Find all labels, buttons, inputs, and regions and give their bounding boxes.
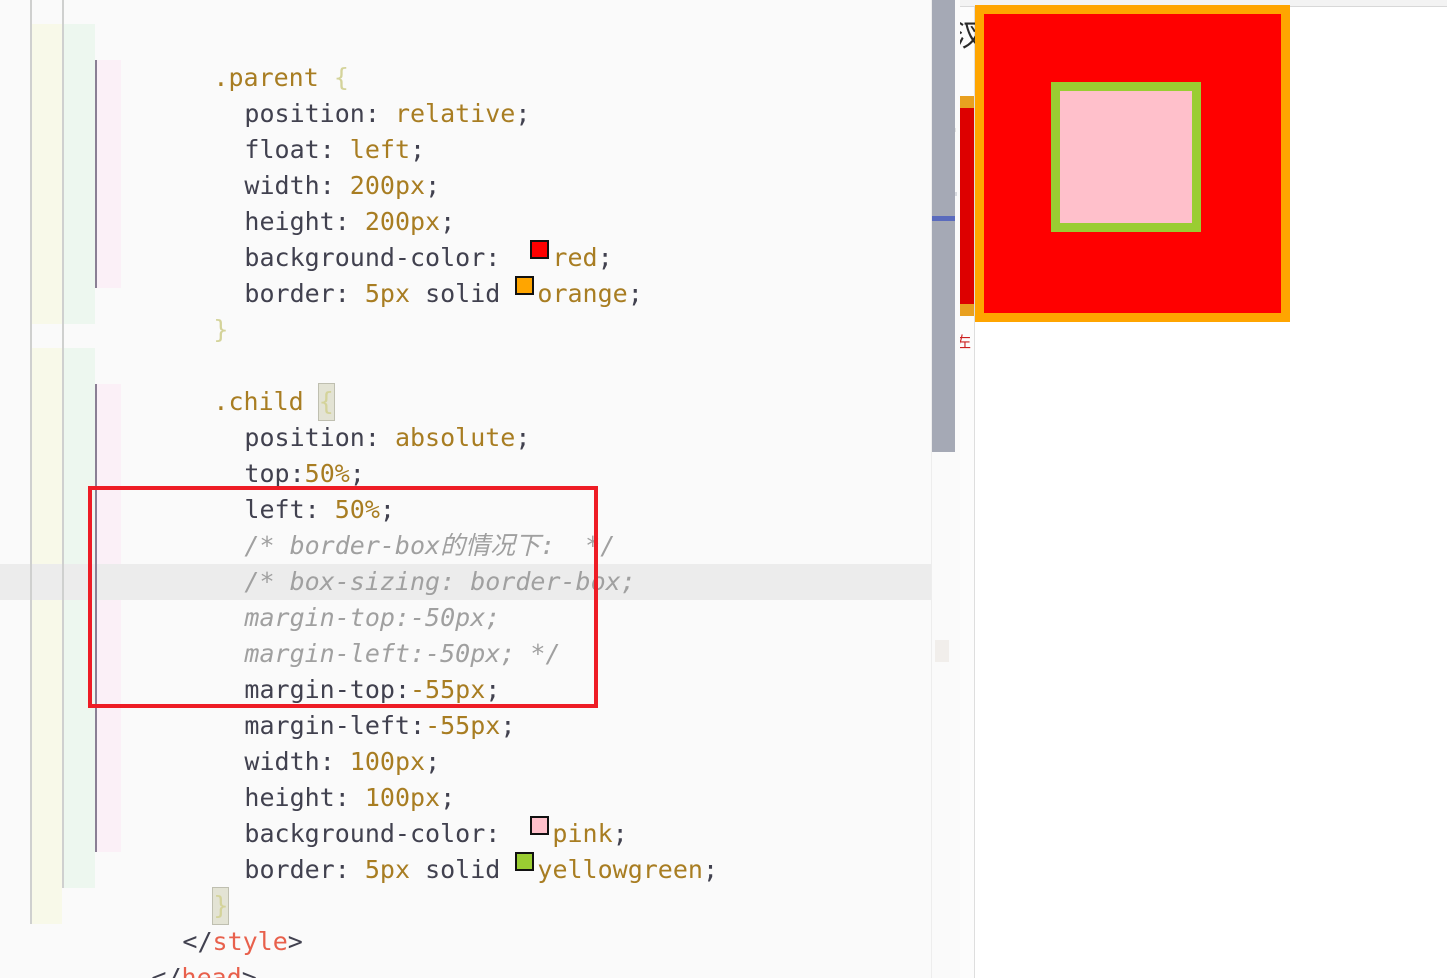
code-line-6[interactable]: background-color: red;	[0, 204, 960, 272]
code-line-3[interactable]: float: left;	[0, 96, 960, 164]
token-tag-head: head	[181, 963, 242, 978]
code-line-10[interactable]: .child {	[0, 348, 960, 421]
code-line-8[interactable]: }	[0, 276, 960, 344]
preview-child-box	[1050, 81, 1201, 232]
token-angle-open-slash: </	[151, 963, 182, 978]
code-line-19[interactable]: margin-left:-55px;	[0, 672, 960, 740]
occluded-red-sliver	[960, 108, 974, 304]
code-line-13[interactable]: left: 50%;	[0, 456, 960, 524]
code-line-1[interactable]: .parent {	[0, 24, 960, 92]
code-line-15[interactable]: /* box-sizing: border-box;	[0, 528, 960, 596]
code-line-22[interactable]: background-color: pink;	[0, 780, 960, 848]
code-line-23[interactable]: border: 5px solid yellowgreen;	[0, 816, 960, 884]
preview-parent-box	[975, 5, 1290, 322]
code-line-17[interactable]: margin-left:-50px; */	[0, 600, 960, 668]
scrollbar-position-marker	[932, 216, 955, 221]
code-line-24[interactable]: }	[0, 852, 960, 925]
app-root: .parent { position: relative; float: lef…	[0, 0, 1447, 978]
token-brace-close-parent: }	[213, 315, 229, 344]
code-line-26[interactable]: </head>	[0, 924, 960, 978]
occluded-orange-border-top	[960, 96, 974, 108]
code-line-7[interactable]: border: 5px solid orange;	[0, 240, 960, 308]
code-line-2[interactable]: position: relative;	[0, 60, 960, 128]
token-angle-close: >	[241, 963, 257, 978]
code-line-11[interactable]: position: absolute;	[0, 384, 960, 452]
code-line-20[interactable]: width: 100px;	[0, 708, 960, 776]
code-line-16[interactable]: margin-top:-50px;	[0, 564, 960, 632]
code-line-18[interactable]: margin-top:-55px;	[0, 636, 960, 704]
occluded-orange-border-bottom	[960, 304, 974, 316]
vertical-scrollbar-thumb[interactable]	[932, 0, 955, 452]
minimap-scrollbar-column[interactable]	[931, 0, 961, 978]
browser-preview-pane[interactable]: 汊 左	[960, 0, 1447, 978]
code-line-25[interactable]: </style>	[0, 888, 960, 956]
occluded-red-note-glyph: 左	[960, 334, 972, 351]
code-line-4[interactable]: width: 200px;	[0, 132, 960, 200]
code-editor-pane[interactable]: .parent { position: relative; float: lef…	[0, 0, 960, 978]
code-line-14[interactable]: /* border-box的情况下: */	[0, 492, 960, 560]
code-line-12[interactable]: top:50%;	[0, 420, 960, 488]
code-text-layer[interactable]: .parent { position: relative; float: lef…	[0, 0, 960, 978]
code-line-21[interactable]: height: 100px;	[0, 744, 960, 812]
code-line-5[interactable]: height: 200px;	[0, 168, 960, 236]
